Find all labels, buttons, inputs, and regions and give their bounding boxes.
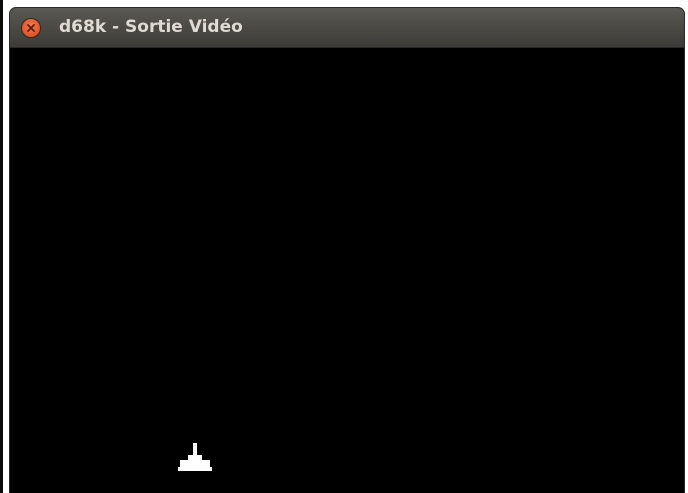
player-ship-icon [178, 443, 212, 471]
title-bar[interactable]: d68k - Sortie Vidéo [10, 8, 684, 48]
video-output-window: d68k - Sortie Vidéo [10, 8, 684, 493]
close-icon [27, 24, 35, 32]
video-output-canvas [10, 48, 684, 493]
screen: d68k - Sortie Vidéo [0, 0, 688, 493]
close-button[interactable] [22, 19, 40, 37]
background-window-edge [0, 0, 3, 493]
window-title: d68k - Sortie Vidéo [59, 17, 243, 37]
